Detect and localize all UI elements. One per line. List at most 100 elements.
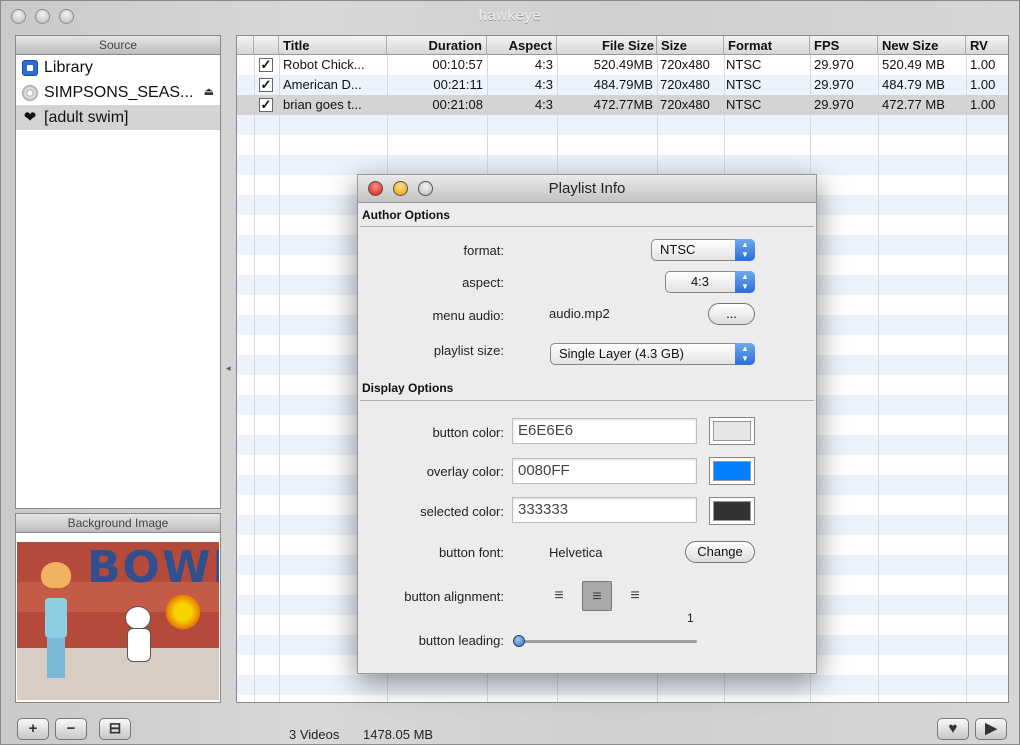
column-header-title[interactable]: Title [279, 36, 387, 55]
dialog-title: Playlist Info [548, 180, 626, 197]
burn-button[interactable]: ♥ [937, 718, 969, 740]
source-item-label: [adult swim] [44, 109, 129, 126]
menu-audio-label: menu audio: [432, 308, 504, 323]
row-checkbox[interactable]: ✓ [259, 98, 273, 112]
popup-arrows-icon: ▲ ▼ [735, 271, 755, 293]
splitter-handle[interactable]: ◂ [226, 363, 231, 374]
cell-format: NTSC [726, 77, 762, 92]
dvd-icon [22, 84, 38, 101]
aspect-select[interactable]: 4:3 ▲ ▼ [665, 271, 755, 293]
align-left-icon[interactable]: ≡ [544, 581, 574, 611]
bowl-sign-text: BOWL [87, 542, 219, 593]
format-select[interactable]: NTSC ▲ ▼ [651, 239, 755, 261]
bottom-bar: + − ⊟ 3 Videos 1478.05 MB ♥ ▶ [1, 715, 1019, 745]
cell-new-size: 484.79 MB [882, 77, 945, 92]
column-header-new-size[interactable]: New Size [878, 36, 966, 55]
button-color-field[interactable]: E6E6E6 [512, 418, 697, 444]
author-options-heading: Author Options [362, 208, 450, 222]
column-header-rv[interactable]: RV [966, 36, 1008, 55]
row-checkbox[interactable]: ✓ [259, 78, 273, 92]
cell-size: 720x480 [660, 97, 710, 112]
aspect-select-value: 4:3 [690, 274, 710, 289]
table-row[interactable]: ✓ brian goes t... 00:21:08 4:3 472.77MB … [237, 95, 1008, 115]
dialog-close-button[interactable] [368, 181, 383, 196]
background-image-panel: Background Image BOWL [15, 513, 221, 703]
column-header-blank[interactable] [237, 36, 254, 55]
playlist-size-select[interactable]: Single Layer (4.3 GB) ▲ ▼ [550, 343, 755, 365]
cell-rv: 1.00 [970, 77, 996, 92]
author-options-divider [360, 226, 814, 227]
selected-color-field[interactable]: 333333 [512, 497, 697, 523]
window-title: hawkeye [478, 7, 542, 24]
source-item-dvd[interactable]: SIMPSONS_SEAS... ⏏ [16, 80, 220, 105]
align-center-icon[interactable]: ≡ [582, 581, 612, 611]
dialog-zoom-button[interactable] [418, 181, 433, 196]
source-item-label: SIMPSONS_SEAS... [44, 84, 194, 101]
total-size: 1478.05 MB [363, 727, 434, 742]
selected-color-swatch[interactable] [709, 497, 755, 525]
button-font-value: Helvetica [549, 545, 603, 560]
add-button[interactable]: + [17, 718, 49, 740]
cell-file-size: 484.79MB [593, 77, 653, 92]
overlay-color-swatch[interactable] [709, 457, 755, 485]
remove-button[interactable]: − [55, 718, 87, 740]
cell-duration: 00:21:08 [432, 97, 483, 112]
button-leading-slider-knob[interactable] [513, 635, 525, 647]
video-count: 3 Videos [289, 727, 340, 742]
popup-arrows-icon: ▲ ▼ [735, 239, 755, 261]
column-header-duration[interactable]: Duration [387, 36, 487, 55]
eject-icon[interactable]: ⏏ [204, 80, 214, 105]
table-row[interactable]: ✓ American D... 00:21:11 4:3 484.79MB 72… [237, 75, 1008, 95]
source-item-library[interactable]: Library [16, 55, 220, 80]
button-leading-slider[interactable] [515, 640, 697, 643]
button-color-swatch[interactable] [709, 417, 755, 445]
play-button[interactable]: ▶ [975, 718, 1007, 740]
cell-title: Robot Chick... [283, 57, 365, 72]
heart-icon: ❤ [23, 108, 37, 126]
cell-file-size: 472.77MB [593, 97, 653, 112]
background-image-header: Background Image [16, 514, 220, 533]
column-header-file-size[interactable]: File Size [557, 36, 657, 55]
column-header-check[interactable] [254, 36, 279, 55]
zoom-window-button[interactable] [59, 9, 74, 24]
display-options-heading: Display Options [362, 381, 454, 395]
column-header-size[interactable]: Size [657, 36, 724, 55]
selected-color-label: selected color: [420, 504, 504, 519]
dialog-minimize-button[interactable] [393, 181, 408, 196]
change-font-button[interactable]: Change [685, 541, 755, 563]
archive-button[interactable]: ⊟ [99, 718, 131, 740]
playlist-size-select-value: Single Layer (4.3 GB) [559, 346, 685, 361]
menu-audio-value: audio.mp2 [549, 306, 610, 321]
character-figure [39, 562, 73, 682]
overlay-color-field[interactable]: 0080FF [512, 458, 697, 484]
menu-audio-browse-button[interactable]: ... [708, 303, 755, 325]
cell-aspect: 4:3 [534, 77, 553, 92]
cell-aspect: 4:3 [534, 97, 553, 112]
cell-duration: 00:21:11 [433, 77, 483, 92]
align-right-icon[interactable]: ≡ [620, 581, 650, 611]
close-window-button[interactable] [11, 9, 26, 24]
cell-fps: 29.970 [814, 97, 854, 112]
cell-format: NTSC [726, 97, 762, 112]
source-header: Source [16, 36, 220, 55]
display-options-divider [360, 400, 814, 401]
source-item-label: Library [44, 59, 93, 76]
column-header-fps[interactable]: FPS [810, 36, 878, 55]
table-row[interactable]: ✓ Robot Chick... 00:10:57 4:3 520.49MB 7… [237, 55, 1008, 75]
minimize-window-button[interactable] [35, 9, 50, 24]
cell-rv: 1.00 [970, 57, 996, 72]
background-image-preview[interactable]: BOWL [17, 542, 219, 700]
cell-rv: 1.00 [970, 97, 996, 112]
source-item-adult-swim[interactable]: ❤ [adult swim] [16, 105, 220, 130]
source-panel: Source Library SIMPSONS_SEAS... ⏏ ❤ [adu… [15, 35, 221, 509]
row-checkbox[interactable]: ✓ [259, 58, 273, 72]
library-icon [22, 59, 38, 76]
column-header-format[interactable]: Format [724, 36, 810, 55]
cell-size: 720x480 [660, 57, 710, 72]
overlay-color-label: overlay color: [426, 464, 504, 479]
cell-format: NTSC [726, 57, 762, 72]
cell-file-size: 520.49MB [593, 57, 653, 72]
dialog-title-bar: Playlist Info [358, 175, 816, 203]
table-header: Title Duration Aspect File Size Size For… [237, 36, 1008, 55]
column-header-aspect[interactable]: Aspect [487, 36, 557, 55]
